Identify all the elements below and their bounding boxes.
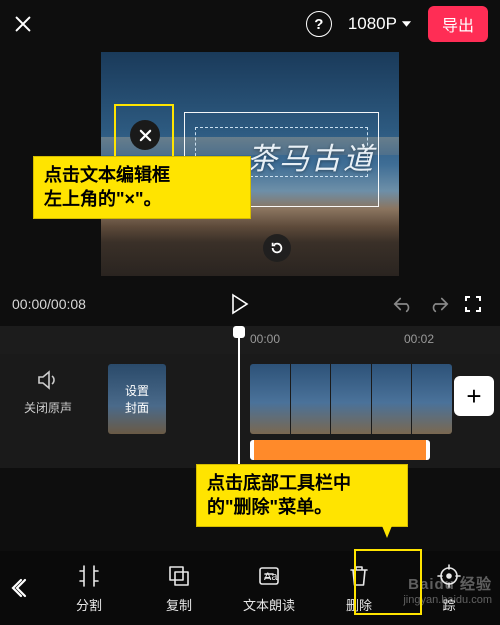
tutorial-highlight-2	[354, 549, 422, 615]
resolution-button[interactable]: 1080P	[342, 10, 418, 38]
play-icon[interactable]	[229, 293, 249, 315]
ruler-tick: 00:00	[250, 332, 280, 346]
tts-label: 文本朗读	[243, 595, 295, 614]
split-button[interactable]: 分割	[57, 563, 121, 614]
set-cover-button[interactable]: 设置 封面	[108, 364, 166, 434]
close-icon[interactable]	[12, 13, 34, 35]
back-icon[interactable]	[0, 577, 44, 599]
redo-icon[interactable]	[428, 294, 450, 314]
copy-button[interactable]: 复制	[147, 563, 211, 614]
timeline-tracks: 关闭原声 设置 封面 +	[0, 354, 500, 468]
fullscreen-icon[interactable]	[464, 295, 482, 313]
playback-controls: 00:00/00:08	[0, 282, 500, 326]
copy-label: 复制	[166, 595, 192, 614]
speaker-icon	[36, 370, 60, 390]
text-clip-track[interactable]	[250, 440, 430, 460]
undo-icon[interactable]	[392, 294, 414, 314]
copy-icon	[166, 563, 192, 589]
export-button[interactable]: 导出	[428, 6, 488, 42]
playhead[interactable]	[238, 326, 240, 478]
tutorial-tip-2: 点击底部工具栏中的"删除"菜单。	[196, 464, 408, 527]
chevron-down-icon	[401, 19, 412, 29]
time-display: 00:00/00:08	[12, 296, 86, 312]
tts-button[interactable]: Aa 文本朗读	[237, 563, 301, 614]
mute-audio-button[interactable]: 关闭原声	[10, 370, 86, 416]
video-clip-track[interactable]	[250, 364, 452, 434]
mute-label: 关闭原声	[10, 399, 86, 416]
tutorial-tip-1: 点击文本编辑框左上角的"×"。	[33, 156, 251, 219]
split-label: 分割	[76, 595, 102, 614]
text-content[interactable]: 茶马古道	[247, 134, 375, 178]
add-clip-button[interactable]: +	[454, 376, 494, 416]
top-bar: ? 1080P 导出	[0, 0, 500, 48]
resolution-label: 1080P	[348, 14, 397, 34]
timeline-ruler[interactable]: 00:00 00:02	[0, 326, 500, 354]
rotate-handle-icon[interactable]	[263, 234, 291, 262]
tts-icon: Aa	[256, 563, 282, 589]
help-icon[interactable]: ?	[306, 11, 332, 37]
ruler-tick: 00:02	[404, 332, 434, 346]
split-icon	[76, 563, 102, 589]
tutorial-arrow-down-icon	[378, 516, 396, 538]
svg-text:Aa: Aa	[264, 571, 278, 583]
